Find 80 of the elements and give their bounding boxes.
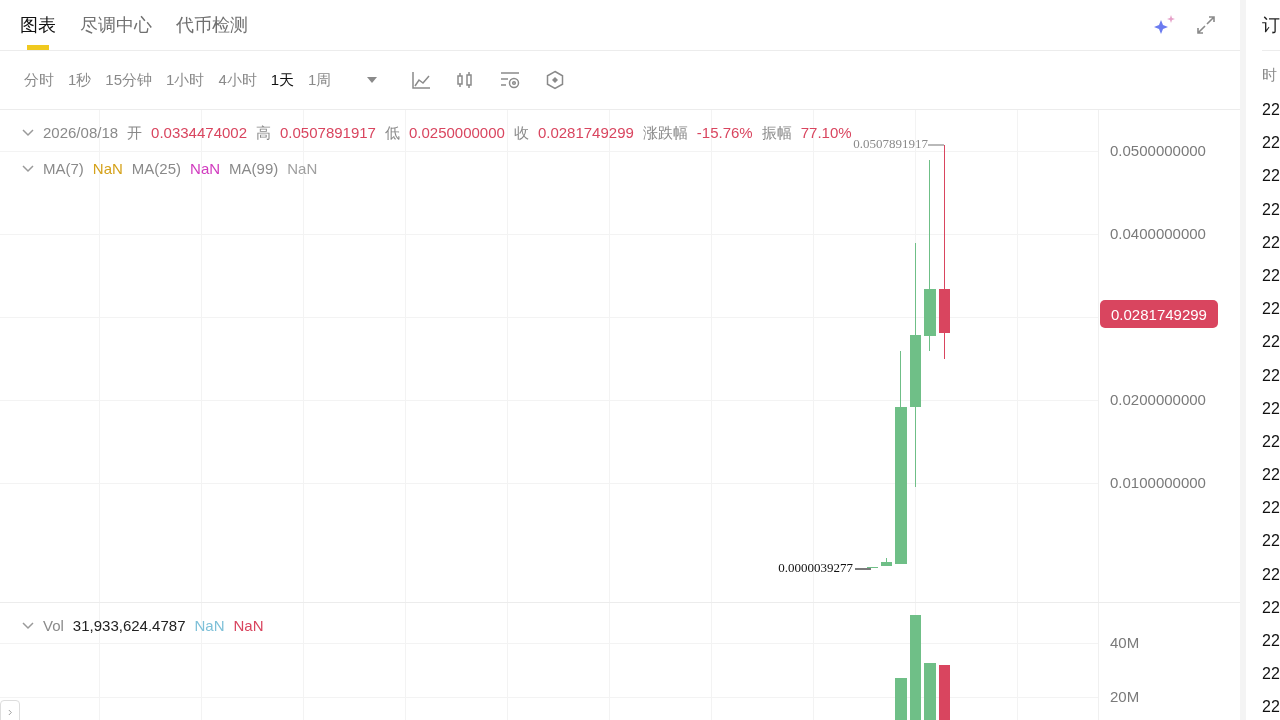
table-cell-text: 22 bbox=[1262, 100, 1280, 120]
table-cell-text: 22 bbox=[1262, 199, 1280, 220]
legend-label: 收 bbox=[513, 123, 529, 142]
interval-button[interactable]: 1秒 bbox=[68, 70, 92, 90]
interval-button[interactable]: 1天 bbox=[270, 70, 295, 90]
table-cell-text: 22 bbox=[1262, 564, 1280, 585]
legend-value: 0.0334474002 bbox=[151, 123, 247, 142]
axis-label: 0.0200000000 bbox=[1109, 390, 1207, 410]
chevron-right-icon bbox=[7, 708, 13, 716]
legend-label: 涨跌幅 bbox=[642, 123, 688, 142]
table-cell-text: 22 bbox=[1262, 498, 1280, 519]
legend-label: MA(99) bbox=[229, 159, 279, 178]
tab[interactable]: 尽调中心 bbox=[80, 0, 152, 50]
line-chart-icon[interactable] bbox=[411, 70, 432, 90]
interval-button[interactable]: 1周 bbox=[308, 70, 332, 90]
legend-value: -15.76% bbox=[696, 123, 753, 142]
interval-button[interactable]: 分时 bbox=[24, 70, 54, 90]
axis-label: 0.0100000000 bbox=[1109, 473, 1207, 493]
high-price-label: 0.0507891917 bbox=[853, 136, 928, 152]
legend-value: 77.10% bbox=[800, 123, 852, 142]
chevron-down-icon[interactable] bbox=[22, 621, 34, 630]
candle bbox=[881, 557, 892, 566]
axis-label: 0.0500000000 bbox=[1109, 141, 1207, 161]
table-cell-text: 22 bbox=[1262, 465, 1280, 486]
legend-date: 2026/08/18 bbox=[43, 123, 119, 142]
table-cell-text: 22 bbox=[1262, 232, 1280, 253]
table-cell-text: 22 bbox=[1262, 299, 1280, 320]
legend-label: MA(25) bbox=[131, 159, 182, 178]
table-cell-text: 22 bbox=[1262, 697, 1280, 718]
interval-button[interactable]: 4小时 bbox=[218, 70, 257, 90]
table-cell-text: 22 bbox=[1262, 597, 1280, 618]
volume-bar bbox=[895, 678, 907, 720]
hexagon-icon[interactable] bbox=[545, 70, 566, 90]
expand-handle[interactable] bbox=[0, 700, 20, 720]
volume-bar bbox=[924, 663, 936, 720]
legend-value: NaN bbox=[194, 616, 225, 635]
legend-label: 振幅 bbox=[761, 123, 792, 142]
axis-label: 40M bbox=[1109, 633, 1141, 653]
panel-title: 订 bbox=[1262, 0, 1280, 51]
tab[interactable]: 代币检测 bbox=[176, 0, 248, 50]
table-cell-text: 22 bbox=[1262, 631, 1280, 651]
table-cell-text: 22 bbox=[1262, 265, 1280, 286]
leader-line bbox=[927, 144, 945, 146]
legend-value: 31,933,624.4787 bbox=[72, 616, 186, 635]
legend-label: Vol bbox=[43, 616, 64, 635]
leader-line bbox=[854, 568, 872, 570]
legend-label: 低 bbox=[384, 123, 400, 142]
legend-label: 高 bbox=[256, 123, 271, 142]
column-header: 时 bbox=[1262, 65, 1278, 85]
legend-value: NaN bbox=[233, 616, 264, 635]
last-price-badge: 0.0281749299 bbox=[1100, 300, 1218, 328]
chevron-down-icon[interactable] bbox=[22, 164, 34, 173]
axis-label: 0.0400000000 bbox=[1109, 224, 1207, 244]
table-cell-text: 22 bbox=[1262, 664, 1280, 685]
table-cell-text: 22 bbox=[1262, 166, 1280, 187]
expand-icon[interactable] bbox=[1196, 15, 1216, 35]
table-cell-text: 22 bbox=[1262, 365, 1280, 386]
legend-value: 0.0250000000 bbox=[408, 123, 505, 142]
caret-down-icon[interactable] bbox=[367, 77, 378, 83]
low-price-label: 0.0000039277 bbox=[778, 560, 853, 576]
table-cell-text: 22 bbox=[1262, 531, 1280, 552]
table-cell-text: 22 bbox=[1262, 133, 1280, 154]
interval-button[interactable]: 1小时 bbox=[166, 70, 205, 90]
legend-value: NaN bbox=[190, 159, 221, 178]
interval-button[interactable]: 15分钟 bbox=[105, 70, 153, 90]
ai-sparkle-icon[interactable] bbox=[1153, 14, 1177, 36]
legend-value: NaN bbox=[287, 159, 318, 178]
volume-bar bbox=[939, 665, 950, 720]
chevron-down-icon[interactable] bbox=[22, 128, 34, 137]
table-cell-text: 22 bbox=[1262, 431, 1280, 452]
axis-label: 20M bbox=[1109, 687, 1141, 707]
legend-value: 0.0507891917 bbox=[280, 123, 376, 142]
legend-label: 开 bbox=[127, 123, 143, 142]
indicator-settings-icon[interactable] bbox=[499, 70, 522, 90]
legend-value: NaN bbox=[92, 159, 123, 178]
tab[interactable]: 图表 bbox=[20, 0, 56, 50]
table-cell-text: 22 bbox=[1262, 332, 1280, 353]
table-cell-text: 22 bbox=[1262, 398, 1280, 419]
legend-label: MA(7) bbox=[43, 159, 84, 178]
legend-value: 0.0281749299 bbox=[537, 123, 634, 142]
